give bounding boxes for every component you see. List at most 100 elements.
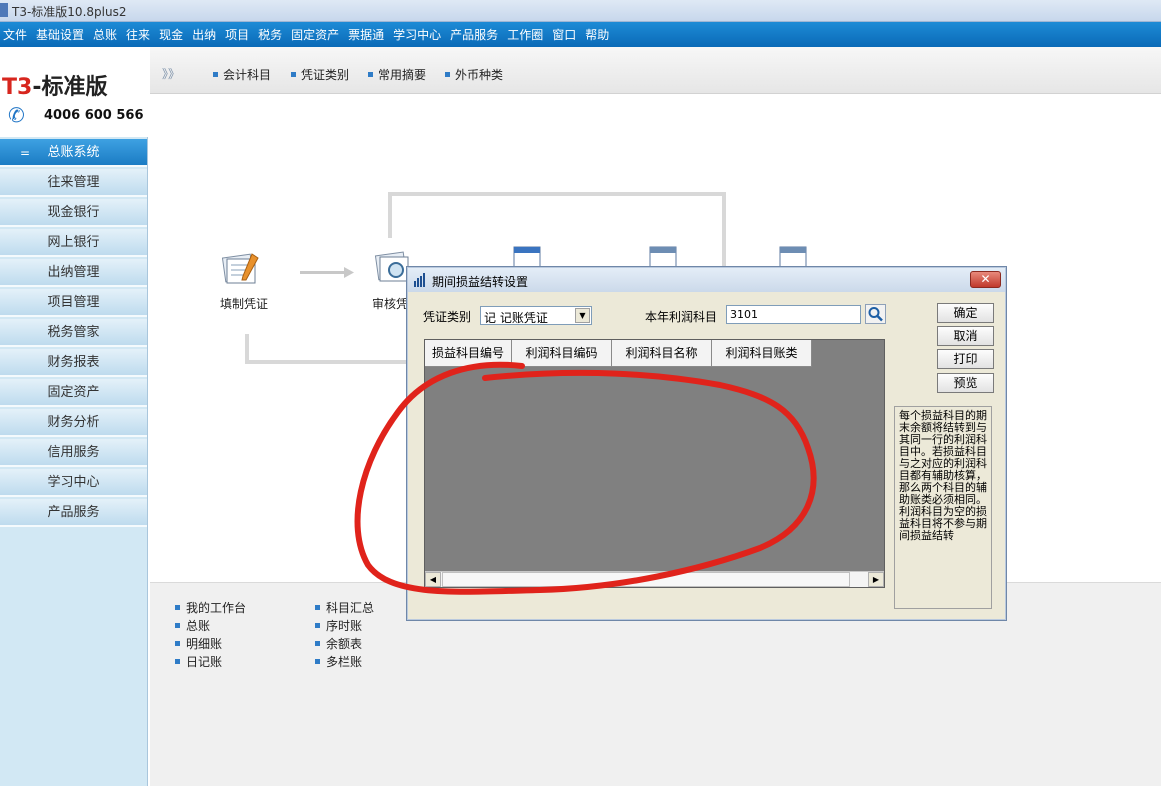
phone-icon: ✆ <box>8 103 25 127</box>
scroll-left-icon[interactable]: ◀ <box>425 572 441 587</box>
toolbar-voucher-types[interactable]: 凭证类别 <box>291 66 349 83</box>
sidebar-item-credit[interactable]: 信用服务 <box>0 439 147 467</box>
column-header[interactable]: 利润科目名称 <box>612 340 712 367</box>
menu-bills[interactable]: 票据通 <box>348 26 384 43</box>
menu-general-ledger[interactable]: 总账 <box>93 26 117 43</box>
menu-window[interactable]: 窗口 <box>552 26 576 43</box>
toolbar-currencies[interactable]: 外币种类 <box>445 66 503 83</box>
preview-button[interactable]: 预览 <box>937 373 994 393</box>
flow-connector <box>388 192 726 196</box>
sidebar-item-fixed-assets[interactable]: 固定资产 <box>0 379 147 407</box>
link-multi-column-ledger[interactable]: 多栏账 <box>315 653 362 670</box>
print-button[interactable]: 打印 <box>937 349 994 369</box>
sidebar-item-receivables[interactable]: 往来管理 <box>0 169 147 197</box>
transfer-settings-grid[interactable]: 损益科目编号 利润科目编码 利润科目名称 利润科目账类 ◀ ▶ <box>424 339 885 588</box>
sidebar-item-reports[interactable]: 财务报表 <box>0 349 147 377</box>
link-journal[interactable]: 日记账 <box>175 653 222 670</box>
toolbar-item-label: 凭证类别 <box>301 68 350 82</box>
toolbar-common-summaries[interactable]: 常用摘要 <box>368 66 426 83</box>
brand-prefix: T3 <box>2 75 33 100</box>
toolbar-account-subjects[interactable]: 会计科目 <box>213 66 271 83</box>
profit-account-label: 本年利润科目 <box>645 310 718 324</box>
menu-fixed-assets[interactable]: 固定资产 <box>291 26 339 43</box>
sidebar-item-label: 信用服务 <box>47 445 100 460</box>
profit-account-input[interactable]: 3101 <box>726 305 861 324</box>
link-label: 我的工作台 <box>186 601 247 615</box>
menu-product-services[interactable]: 产品服务 <box>450 26 498 43</box>
link-label: 明细账 <box>186 637 223 651</box>
voucher-type-label: 凭证类别 <box>423 310 472 324</box>
menu-work-circle[interactable]: 工作圈 <box>507 26 543 43</box>
menu-learning-center[interactable]: 学习中心 <box>393 26 441 43</box>
menu-receivables[interactable]: 往来 <box>126 26 150 43</box>
link-subject-summary[interactable]: 科目汇总 <box>315 599 374 616</box>
content-toolbar: 》》 会计科目 凭证类别 常用摘要 外币种类 <box>150 47 1161 94</box>
sidebar-item-project[interactable]: 项目管理 <box>0 289 147 317</box>
bullet-icon <box>175 659 180 664</box>
help-text: 每个损益科目的期末余额将结转到与其同一行的利润科目中。若损益科目与之对应的利润科… <box>894 406 992 609</box>
menu-help[interactable]: 帮助 <box>585 26 609 43</box>
bullet-icon <box>175 641 180 646</box>
menu-file[interactable]: 文件 <box>3 26 27 43</box>
link-label: 多栏账 <box>326 655 363 669</box>
sidebar-item-label: 学习中心 <box>47 475 100 490</box>
bullet-icon <box>175 623 180 628</box>
close-button[interactable]: ✕ <box>970 271 1001 288</box>
cancel-button[interactable]: 取消 <box>937 326 994 346</box>
sidebar-item-analysis[interactable]: 财务分析 <box>0 409 147 437</box>
sidebar-item-learning[interactable]: 学习中心 <box>0 469 147 497</box>
sidebar: T3-标准版 ✆ 4006 600 566 = 总账系统 往来管理 现金银行 网… <box>0 47 148 786</box>
sidebar-item-label: 固定资产 <box>47 385 100 400</box>
bullet-icon <box>175 605 180 610</box>
dialog-title-bar: 期间损益结转设置 ✕ <box>408 268 1005 292</box>
collapse-panel-icon[interactable]: 》》 <box>162 65 180 82</box>
sidebar-item-general-ledger[interactable]: = 总账系统 <box>0 139 147 167</box>
link-label: 日记账 <box>186 655 223 669</box>
window-title: T3-标准版10.8plus2 <box>12 5 127 19</box>
brand-suffix: -标准版 <box>32 75 108 100</box>
menu-project[interactable]: 项目 <box>225 26 249 43</box>
audit-voucher-label[interactable]: 审核凭 <box>372 295 408 312</box>
ok-button[interactable]: 确定 <box>937 303 994 323</box>
scrollbar-thumb[interactable] <box>442 572 850 587</box>
chevron-down-icon[interactable]: ▼ <box>575 308 590 323</box>
sidebar-item-cash-bank[interactable]: 现金银行 <box>0 199 147 227</box>
fill-voucher-label[interactable]: 填制凭证 <box>220 295 268 312</box>
flow-arrow-icon <box>300 267 354 278</box>
sidebar-item-label: 税务管家 <box>47 325 100 340</box>
menu-bar: 文件 基础设置 总账 往来 现金 出纳 项目 税务 固定资产 票据通 学习中心 … <box>0 22 1161 47</box>
flow-connector <box>388 192 392 238</box>
voucher-type-select[interactable]: 记 记账凭证 ▼ <box>480 306 592 325</box>
window-title-bar: T3-标准版10.8plus2 <box>0 0 1161 22</box>
menu-cashier[interactable]: 出纳 <box>192 26 216 43</box>
link-general-ledger[interactable]: 总账 <box>175 617 210 634</box>
bullet-icon <box>315 605 320 610</box>
hotline-number: 4006 600 566 <box>44 108 144 123</box>
column-header[interactable]: 利润科目账类 <box>712 340 812 367</box>
flow-connector <box>245 360 410 364</box>
link-label: 序时账 <box>326 619 363 633</box>
menu-basic-settings[interactable]: 基础设置 <box>36 26 84 43</box>
fill-voucher-icon[interactable] <box>222 250 260 286</box>
link-my-workbench[interactable]: 我的工作台 <box>175 599 246 616</box>
bullet-icon <box>291 72 296 77</box>
column-header[interactable]: 损益科目编号 <box>425 340 512 367</box>
link-chronological-ledger[interactable]: 序时账 <box>315 617 362 634</box>
scroll-right-icon[interactable]: ▶ <box>868 572 884 587</box>
link-balance-sheet[interactable]: 余额表 <box>315 635 362 652</box>
link-detail-ledger[interactable]: 明细账 <box>175 635 222 652</box>
sidebar-item-label: 往来管理 <box>47 175 100 190</box>
sidebar-item-tax[interactable]: 税务管家 <box>0 319 147 347</box>
sidebar-item-cashier[interactable]: 出纳管理 <box>0 259 147 287</box>
voucher-type-value: 记 记账凭证 <box>484 311 548 325</box>
menu-tax[interactable]: 税务 <box>258 26 282 43</box>
bullet-icon <box>445 72 450 77</box>
horizontal-scrollbar[interactable]: ◀ ▶ <box>425 571 884 587</box>
search-button[interactable] <box>865 304 886 324</box>
bullet-icon <box>368 72 373 77</box>
sidebar-item-label: 财务分析 <box>47 415 100 430</box>
column-header[interactable]: 利润科目编码 <box>512 340 612 367</box>
menu-cash[interactable]: 现金 <box>159 26 183 43</box>
sidebar-item-online-bank[interactable]: 网上银行 <box>0 229 147 257</box>
sidebar-item-products[interactable]: 产品服务 <box>0 499 147 527</box>
